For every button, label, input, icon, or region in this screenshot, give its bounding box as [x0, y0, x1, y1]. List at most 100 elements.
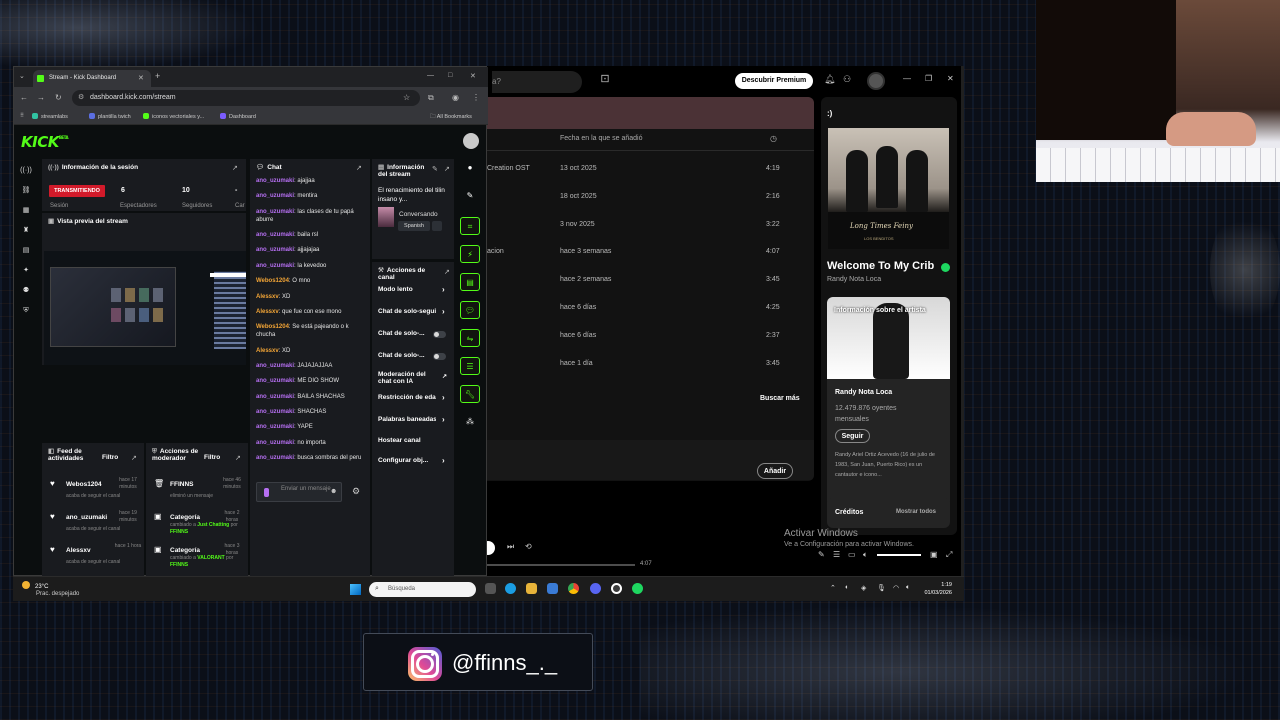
bookmark-star-icon[interactable]: ☆ — [403, 93, 410, 102]
chat-username[interactable]: Webos1204 — [256, 324, 289, 330]
chat-username[interactable]: ano_uzumaki — [256, 263, 294, 269]
saved-check-icon[interactable] — [941, 263, 950, 272]
start-button[interactable] — [350, 584, 361, 595]
show-all-link[interactable]: Mostrar todos — [896, 509, 936, 515]
chat-username[interactable]: ano_uzumaki — [256, 363, 294, 369]
popout-icon[interactable]: ↗ — [444, 165, 450, 173]
server-icon[interactable]: ☰ — [460, 357, 480, 375]
channel-action-item[interactable]: Modo lento › — [378, 286, 450, 300]
chat-username[interactable]: ano_uzumaki — [256, 378, 294, 384]
tab-kick-dashboard[interactable]: Stream - Kick Dashboard ✕ — [33, 70, 151, 87]
reload-icon[interactable]: ↻ — [55, 93, 62, 102]
chrome-icon[interactable] — [568, 583, 579, 594]
close-icon[interactable]: ✕ — [470, 72, 476, 80]
track-artist[interactable]: Randy Nota Loca — [827, 276, 881, 283]
repeat-icon[interactable]: ⟲ — [525, 542, 532, 551]
chat-username[interactable]: Alessxv — [256, 294, 279, 300]
friends-icon[interactable]: ⚇ — [843, 74, 851, 85]
channel-action-item[interactable]: Chat de solo-seguidores › — [378, 308, 450, 322]
chat-username[interactable]: ano_uzumaki — [256, 232, 294, 238]
wrench-icon[interactable]: 🔧︎ — [460, 385, 480, 403]
emoji-icon[interactable]: ☻ — [330, 488, 337, 495]
toggle-switch[interactable] — [433, 353, 446, 360]
date-added-header[interactable]: Fecha en la que se añadió — [560, 135, 643, 142]
chevron-up-icon[interactable]: ⌃ — [830, 584, 836, 592]
popout-icon[interactable]: ↗ — [356, 164, 362, 172]
lyrics-icon[interactable]: ✎ — [818, 550, 825, 559]
speaker-icon[interactable]: 🔈︎ — [906, 584, 910, 592]
chat-username[interactable]: ano_uzumaki — [256, 178, 294, 184]
taskbar-search[interactable]: ⌕ Búsqueda — [369, 582, 476, 597]
moderation-icon[interactable]: ⛨ — [20, 305, 32, 317]
queue-icon[interactable]: ☰ — [833, 550, 840, 559]
next-icon[interactable]: ⏭ — [507, 542, 514, 552]
activity-user[interactable]: Alessxv — [66, 547, 91, 554]
track-row[interactable]: Creation OST 13 oct 2025 4:19 — [487, 157, 814, 181]
close-icon[interactable]: ✕ — [947, 74, 954, 83]
spotify-search-input[interactable]: a? — [492, 71, 582, 93]
chat-username[interactable]: ano_uzumaki — [256, 193, 294, 199]
info-icon[interactable]: ● — [460, 159, 480, 177]
forward-icon[interactable]: → — [37, 93, 45, 102]
raid-icon[interactable]: ⇋ — [460, 329, 480, 347]
miniplayer-icon[interactable]: ▣ — [930, 550, 938, 559]
devices-icon[interactable]: ▭ — [848, 550, 856, 559]
chat-settings-gear-icon[interactable]: ⚙ — [352, 486, 360, 497]
channel-action-item[interactable]: Palabras baneadas › — [378, 416, 450, 430]
bell-icon[interactable]: 🔔︎ — [824, 74, 835, 85]
link-icon[interactable]: ⛓ — [20, 185, 32, 197]
channel-action-item[interactable]: Moderación del chat con IA ↗ — [378, 371, 450, 387]
bookmark-item[interactable]: Dashboard — [220, 113, 256, 120]
chat-username[interactable]: ano_uzumaki — [256, 409, 294, 415]
popout-icon[interactable]: ↗ — [235, 454, 241, 462]
mic-icon[interactable]: 🎙︎ — [877, 584, 886, 592]
track-row[interactable]: hace 1 día 3:45 — [487, 352, 814, 376]
extensions-icon[interactable]: ⧉ — [428, 93, 434, 103]
file-explorer-icon[interactable] — [526, 583, 537, 594]
wrench-icon[interactable]: ✦ — [20, 265, 32, 277]
edit-icon[interactable]: ✎ — [460, 187, 480, 205]
edge-icon[interactable] — [505, 583, 516, 594]
layout-icon[interactable]: ▤ — [20, 245, 32, 257]
address-bar[interactable]: ⚙ dashboard.kick.com/stream ☆ — [72, 90, 420, 106]
profile-icon[interactable]: ◉ — [452, 93, 459, 102]
activity-user[interactable]: Webos1204 — [66, 481, 102, 488]
chat-username[interactable]: ano_uzumaki — [256, 209, 294, 215]
document-icon[interactable]: ▤ — [460, 273, 480, 291]
bookmark-item[interactable]: streamlabs — [32, 113, 68, 120]
channel-action-item[interactable]: Chat de solo-... — [378, 330, 450, 344]
channel-action-item[interactable]: Chat de solo-... — [378, 352, 450, 366]
chat-username[interactable]: ano_uzumaki — [256, 440, 294, 446]
lightning-icon[interactable]: ⚡︎ — [460, 245, 480, 263]
tab-search-icon[interactable]: ⌄ — [19, 72, 25, 80]
chat-username[interactable]: ano_uzumaki — [256, 394, 294, 400]
all-bookmarks[interactable]: 🗀︎ All Bookmarks — [430, 113, 472, 122]
analytics-icon[interactable]: ▦ — [20, 205, 32, 217]
back-icon[interactable]: ← — [20, 93, 28, 102]
chat-username[interactable]: ano_uzumaki — [256, 455, 294, 461]
users-icon[interactable]: ⚉ — [20, 285, 32, 297]
channel-action-item[interactable]: Configurar obj... › — [378, 457, 450, 471]
mod-filter-button[interactable]: Filtro — [204, 454, 220, 461]
toggle-switch[interactable] — [433, 331, 446, 338]
discord-icon[interactable] — [590, 583, 601, 594]
add-button[interactable]: Añadir — [757, 463, 793, 479]
chat-username[interactable]: Alessxv — [256, 309, 279, 315]
avatar[interactable] — [867, 72, 885, 90]
bookmark-item[interactable]: iconos vectoriales y... — [143, 113, 204, 120]
volume-slider[interactable] — [877, 554, 921, 556]
stream-icon[interactable]: ((·)) — [20, 165, 32, 177]
chat-input[interactable]: Enviar un mensaje ☻ — [256, 482, 342, 502]
track-row[interactable]: 18 oct 2025 2:16 — [487, 185, 814, 209]
chat-username[interactable]: Webos1204 — [256, 278, 289, 284]
store-icon[interactable] — [547, 583, 558, 594]
maximize-icon[interactable]: □ — [448, 72, 452, 79]
artist-name[interactable]: Randy Nota Loca — [835, 389, 892, 396]
volume-icon[interactable]: 🔈︎ — [863, 550, 868, 560]
user-avatar[interactable] — [463, 133, 479, 149]
track-row[interactable]: acion hace 3 semanas 4:07 — [487, 240, 814, 264]
track-row[interactable]: 3 nov 2025 3:22 — [487, 213, 814, 237]
new-tab-icon[interactable]: + — [155, 71, 160, 81]
premium-button[interactable]: Descubrir Premium — [735, 73, 813, 89]
clip-icon[interactable]: ⌗ — [460, 217, 480, 235]
